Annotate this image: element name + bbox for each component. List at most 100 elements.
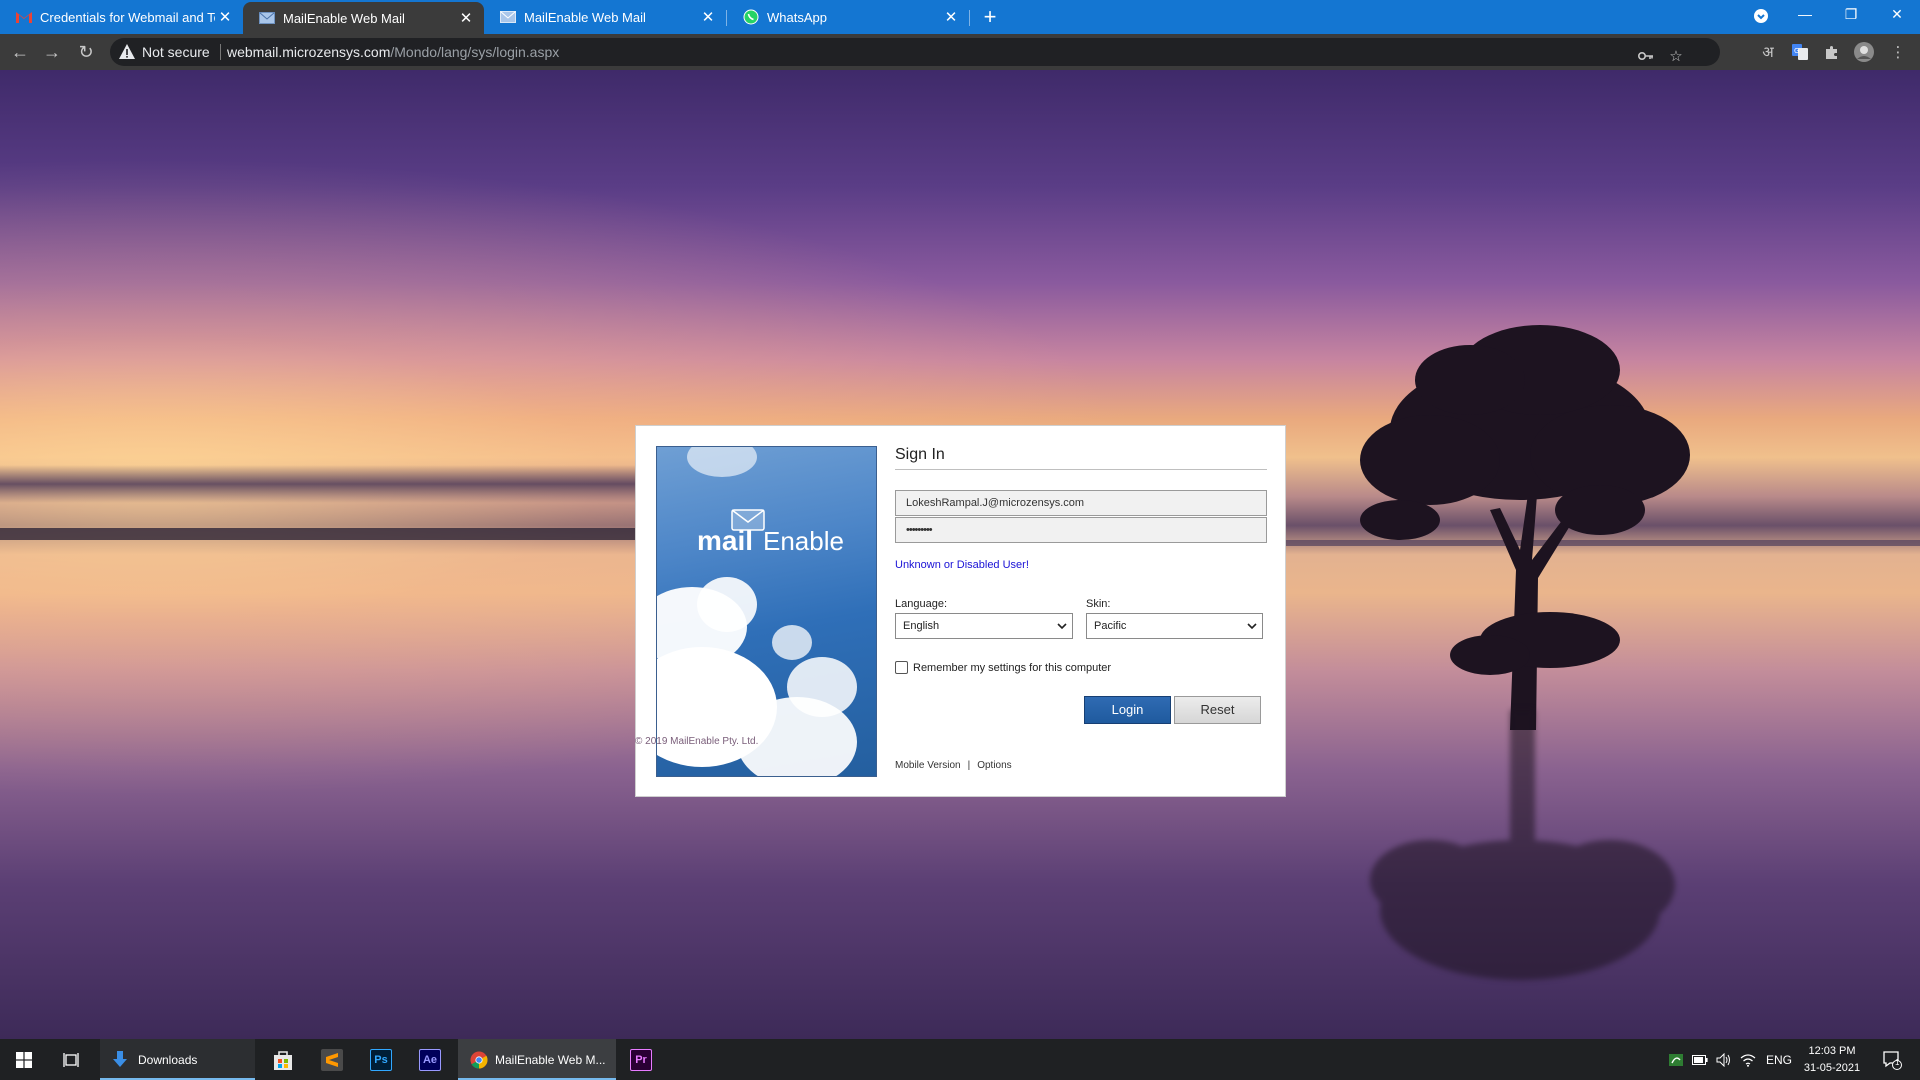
chevron-down-icon (1247, 623, 1257, 630)
system-clock[interactable]: 12:03 PM 31-05-2021 (1796, 1043, 1868, 1077)
remember-label: Remember my settings for this computer (913, 661, 1112, 674)
premiere-icon: Pr (630, 1048, 652, 1071)
cloud-shape (787, 657, 857, 717)
brand-image-panel: mail Enable (656, 446, 877, 777)
sublime-text-taskbar-icon[interactable] (308, 1039, 356, 1080)
wifi-icon[interactable] (1736, 1039, 1760, 1080)
volume-icon[interactable] (1712, 1039, 1736, 1080)
forward-button[interactable]: → (38, 38, 66, 66)
back-button[interactable]: ← (6, 38, 34, 66)
tree-reflection (1370, 710, 1675, 980)
store-taskbar-icon[interactable] (259, 1039, 307, 1080)
chrome-taskbar-item[interactable]: MailEnable Web M... (458, 1039, 616, 1080)
url-text[interactable]: webmail.microzensys.com/Mondo/lang/sys/l… (227, 44, 559, 60)
clock-date: 31-05-2021 (1803, 1062, 1861, 1074)
error-message: Unknown or Disabled User! (895, 559, 1029, 571)
browser-menu-icon[interactable]: ⋮ (1884, 38, 1912, 66)
downloads-label: Downloads (138, 1052, 198, 1067)
start-button[interactable] (0, 1039, 48, 1080)
download-arrow-icon (113, 1050, 127, 1067)
new-tab-button[interactable]: + (976, 4, 1004, 30)
mail-icon (259, 10, 275, 26)
notification-count: 1 (1895, 1058, 1900, 1067)
sign-in-heading: Sign In (895, 446, 1267, 470)
address-bar[interactable]: Not secure webmail.microzensys.com/Mondo… (110, 38, 1720, 66)
bookmark-star-icon[interactable]: ☆ (1662, 42, 1690, 70)
mail-icon (500, 9, 516, 25)
logo-mail-text: mail (697, 525, 754, 556)
chrome-icon (470, 1051, 488, 1068)
svg-text:G: G (1794, 47, 1799, 55)
tab-credentials[interactable]: Credentials for Webmail and Tea ✕ (0, 0, 243, 34)
tab-title: WhatsApp (767, 9, 827, 25)
logo-enable-text: Enable (763, 526, 844, 556)
copyright-text: © 2019 MailEnable Pty. Ltd. (635, 736, 759, 747)
google-translate-icon[interactable]: G (1786, 38, 1814, 66)
reload-button[interactable]: ↻ (72, 38, 100, 66)
cloud-shape (687, 447, 757, 477)
tab-search-button[interactable] (1738, 0, 1784, 30)
action-center-button[interactable]: 1 (1872, 1039, 1912, 1080)
chrome-window-label: MailEnable Web M... (495, 1052, 606, 1067)
language-select-value: English (903, 620, 940, 632)
browser-tab-strip: Credentials for Webmail and Tea ✕ MailEn… (0, 0, 1920, 34)
tab-whatsapp[interactable]: WhatsApp ✕ (727, 0, 969, 34)
language-label: Language: (895, 598, 947, 610)
skin-select[interactable]: Pacific (1086, 613, 1263, 639)
premiere-taskbar-icon[interactable]: Pr (617, 1039, 665, 1080)
windows-taskbar: Downloads Ps Ae MailEnable Web M... Pr E… (0, 1039, 1920, 1080)
after-effects-icon: Ae (419, 1048, 441, 1071)
photoshop-taskbar-icon[interactable]: Ps (357, 1039, 405, 1080)
login-button[interactable]: Login (1084, 696, 1171, 724)
tab-title: Credentials for Webmail and Tea (40, 9, 215, 25)
options-link[interactable]: Options (977, 760, 1011, 771)
restore-button[interactable]: ❐ (1828, 0, 1874, 30)
tab-mailenable-active[interactable]: MailEnable Web Mail ✕ (243, 2, 484, 34)
tree-silhouette (1360, 325, 1690, 730)
downloads-taskbar-item[interactable]: Downloads (100, 1039, 255, 1080)
link-separator: | (967, 760, 971, 771)
battery-icon[interactable] (1688, 1039, 1712, 1080)
cloud-shape (772, 625, 812, 660)
gmail-icon (16, 9, 32, 25)
close-tab-icon[interactable]: ✕ (698, 8, 718, 26)
tab-title: MailEnable Web Mail (283, 10, 405, 26)
remember-settings-row[interactable]: Remember my settings for this computer (895, 661, 1111, 674)
input-language-indicator[interactable]: ENG (1764, 1039, 1794, 1080)
windows-logo-icon (16, 1051, 32, 1068)
url-host: webmail.microzensys.com (227, 44, 391, 60)
omnibox-separator (220, 44, 221, 60)
password-input[interactable]: ••••••••• (895, 517, 1267, 543)
skin-label: Skin: (1086, 598, 1111, 610)
language-select[interactable]: English (895, 613, 1073, 639)
warning-icon (119, 44, 135, 59)
task-view-button[interactable] (48, 1039, 96, 1080)
browser-toolbar: ← → ↻ Not secure webmail.microzensys.com… (0, 34, 1920, 70)
close-tab-icon[interactable]: ✕ (941, 8, 961, 26)
minimize-button[interactable]: — (1782, 0, 1828, 30)
horizon-shore (0, 528, 660, 540)
username-input[interactable]: LokeshRampal.J@microzensys.com (895, 490, 1267, 516)
chevron-down-icon (1057, 623, 1067, 630)
sublime-text-icon (321, 1048, 343, 1071)
task-view-icon (63, 1052, 79, 1067)
store-bag-icon (274, 1050, 292, 1070)
footer-links: Mobile Version | Options (895, 760, 1012, 771)
whatsapp-icon (743, 9, 759, 25)
after-effects-taskbar-icon[interactable]: Ae (406, 1039, 454, 1080)
close-tab-icon[interactable]: ✕ (456, 9, 476, 27)
remember-checkbox[interactable] (895, 661, 908, 674)
mobile-version-link[interactable]: Mobile Version (895, 760, 961, 771)
profile-avatar[interactable] (1850, 38, 1878, 66)
url-path: /Mondo/lang/sys/login.aspx (390, 44, 560, 60)
reset-button[interactable]: Reset (1174, 696, 1261, 724)
translate-hindi-icon[interactable]: अ (1754, 38, 1782, 66)
key-icon[interactable] (1632, 42, 1660, 70)
close-tab-icon[interactable]: ✕ (215, 8, 235, 26)
close-window-button[interactable]: ✕ (1874, 0, 1920, 30)
security-status[interactable]: Not secure (142, 44, 210, 60)
nvidia-tray-icon[interactable] (1664, 1039, 1688, 1080)
mailenable-logo: mail Enable (697, 509, 847, 559)
tab-mailenable[interactable]: MailEnable Web Mail ✕ (484, 0, 726, 34)
extensions-puzzle-icon[interactable] (1818, 38, 1846, 66)
